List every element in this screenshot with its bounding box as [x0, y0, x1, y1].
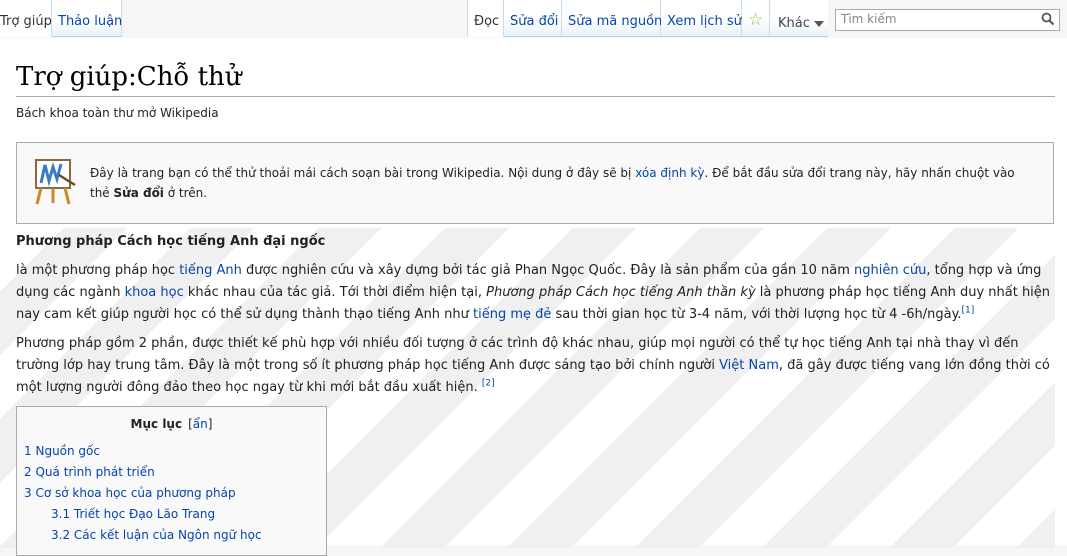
toc-item-number: 3.1: [51, 507, 71, 521]
toc-title-label: Mục lục: [130, 417, 183, 431]
toc-item[interactable]: 3 Cơ sở khoa học của phương pháp: [24, 483, 326, 504]
content-area: Trợ giúp:Chỗ thử Bách khoa toàn thư mở W…: [0, 38, 1067, 556]
tab-help-label: Trợ giúp: [0, 14, 52, 29]
p1-text-1: là một phương pháp học: [16, 263, 180, 278]
more-menu-label: Khác: [778, 16, 810, 31]
site-subtitle: Bách khoa toàn thư mở Wikipedia: [16, 106, 219, 120]
article-heading: Phương pháp Cách học tiếng Anh đại ngốc: [16, 234, 326, 249]
tab-edit-label: Sửa đổi: [510, 14, 559, 29]
notice-text-3: ở trên.: [163, 186, 208, 200]
sandbox-notice: Đây là trang bạn có thể thử thoải mái cá…: [16, 142, 1054, 224]
toc-item[interactable]: 3.1 Triết học Đạo Lão Trang: [24, 504, 326, 525]
tab-edit-source-label: Sửa mã nguồn: [568, 14, 663, 29]
toc-item-number: 2: [24, 465, 32, 479]
toc-item-label: Các kết luận của Ngôn ngữ học: [73, 528, 262, 542]
toc-toggle-close: ]: [207, 417, 213, 431]
p1-italic: Phương pháp Cách học tiếng Anh thần kỳ: [486, 285, 756, 300]
p1-text-4: khác nhau của tác giả. Tới thời điểm hiệ…: [183, 285, 487, 300]
link-research[interactable]: nghiên cứu: [854, 263, 926, 278]
notice-text: Đây là trang bạn có thể thử thoải mái cá…: [90, 163, 1030, 203]
link-vietnam[interactable]: Việt Nam: [719, 358, 779, 373]
toc-item-number: 3.2: [51, 528, 71, 542]
tab-history[interactable]: Xem lịch sử: [661, 0, 742, 37]
search-placeholder: Tìm kiếm: [841, 12, 897, 26]
toc-item-label: Triết học Đạo Lão Trang: [73, 507, 216, 521]
tab-edit[interactable]: Sửa đổi: [504, 0, 562, 37]
toc-item[interactable]: 2 Quá trình phát triển: [24, 462, 326, 483]
link-mother-tongue[interactable]: tiếng mẹ đẻ: [473, 307, 551, 322]
p1-text-2: được nghiên cứu và xây dựng bởi tác giả …: [241, 263, 855, 278]
notice-text-1: Đây là trang bạn có thể thử thoải mái cá…: [90, 166, 636, 180]
toc-item-number: 1: [24, 444, 32, 458]
link-science[interactable]: khoa học: [125, 285, 184, 300]
search-input[interactable]: Tìm kiếm: [835, 9, 1060, 31]
easel-icon: [35, 159, 76, 205]
watch-star-icon[interactable]: ☆: [742, 0, 770, 37]
tab-talk-label: Thảo luận: [58, 14, 123, 29]
tab-history-label: Xem lịch sử: [667, 14, 742, 29]
toc-toggle: [ẩn]: [188, 417, 212, 431]
toc-title: Mục lục [ẩn]: [17, 417, 326, 431]
toc-item-label: Quá trình phát triển: [35, 465, 155, 479]
reference-1[interactable]: [1]: [962, 306, 975, 316]
tab-talk[interactable]: Thảo luận: [52, 0, 122, 37]
toc-item-label: Cơ sở khoa học của phương pháp: [35, 486, 236, 500]
tab-read-label: Đọc: [474, 14, 500, 29]
paragraph-2: Phương pháp gồm 2 phần, được thiết kế ph…: [16, 333, 1055, 399]
periodic-delete-link[interactable]: xóa định kỳ: [635, 166, 704, 180]
paragraph-1: là một phương pháp học tiếng Anh được ng…: [16, 260, 1055, 326]
search-icon[interactable]: [1041, 12, 1055, 26]
toc-item[interactable]: 3.2 Các kết luận của Ngôn ngữ học: [24, 525, 326, 546]
chevron-down-icon: [813, 20, 824, 27]
page-title: Trợ giúp:Chỗ thử: [16, 60, 1055, 97]
p1-text-6: sau thời gian học từ 3-4 năm, với thời l…: [551, 307, 962, 322]
link-english[interactable]: tiếng Anh: [179, 263, 242, 278]
toc-item-label: Nguồn gốc: [35, 444, 100, 458]
toc-item-number: 3: [24, 486, 32, 500]
tab-bar: Trợ giúp Thảo luận Đọc Sửa đổi Sửa mã ng…: [0, 0, 1067, 38]
toc-item[interactable]: 1 Nguồn gốc: [24, 441, 326, 462]
reference-2[interactable]: [2]: [482, 379, 495, 389]
notice-edit-bold: Sửa đổi: [113, 186, 164, 200]
toc-hide-link[interactable]: ẩn: [193, 417, 208, 431]
tab-help[interactable]: Trợ giúp: [0, 0, 52, 37]
toc-list: 1 Nguồn gốc 2 Quá trình phát triển 3 Cơ …: [17, 441, 326, 546]
tab-read[interactable]: Đọc: [467, 0, 504, 37]
tab-edit-source[interactable]: Sửa mã nguồn: [562, 0, 663, 37]
table-of-contents: Mục lục [ẩn] 1 Nguồn gốc 2 Quá trình phát…: [16, 406, 327, 556]
more-menu[interactable]: Khác: [770, 0, 828, 37]
